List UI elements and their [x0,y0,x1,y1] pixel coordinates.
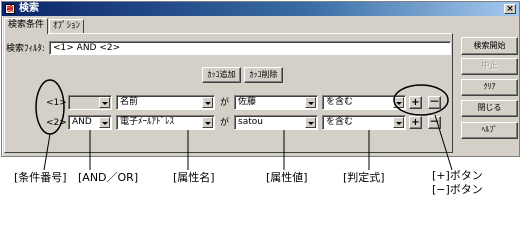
caption-operator: [判定式] [343,171,385,184]
caption-plus-button: [+]ボタン [432,169,483,182]
condition-number-highlight [35,79,65,135]
caption-attribute-name: [属性名] [173,171,215,184]
caption-condition-number: [条件番号] [14,171,67,184]
plus-minus-highlight [393,84,449,116]
caption-attribute-value: [属性値] [266,171,308,184]
tab-search-conditions[interactable]: 検索条件 [4,18,49,34]
caption-and-or: [AND／OR] [78,171,139,184]
caption-minus-button: [−]ボタン [432,183,483,196]
pointer-line-condition-number [43,133,51,171]
pointer-line-buttons [434,114,453,171]
